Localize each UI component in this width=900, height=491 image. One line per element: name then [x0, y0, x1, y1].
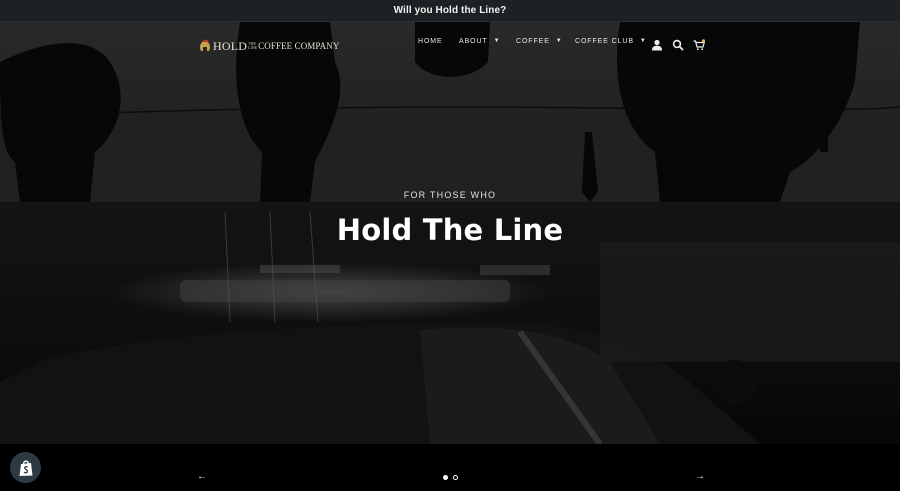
spartan-helmet-icon — [200, 39, 210, 51]
hero-kicker: FOR THOSE WHO — [403, 190, 497, 200]
cart-icon[interactable] — [693, 39, 705, 51]
slideshow-controls — [0, 444, 900, 491]
site-header: HOLD THE LINE COFFEE COMPANY HOME ABOUT … — [0, 22, 900, 68]
logo-company-text: COFFEE COMPANY — [258, 41, 340, 51]
previous-slide-arrow-icon[interactable]: ← — [197, 471, 207, 483]
nav-item-home[interactable]: HOME — [418, 38, 443, 45]
caret-down-icon: ▼ — [555, 38, 563, 44]
slide-dot-2[interactable] — [453, 475, 458, 480]
nav-coffee-club-label: COFFEE CLUB — [575, 37, 634, 45]
slide-dot-1[interactable] — [443, 475, 448, 480]
caret-down-icon: ▼ — [493, 38, 501, 44]
logo-the-line-text: THE LINE — [248, 41, 258, 50]
brand-logo[interactable]: HOLD THE LINE COFFEE COMPANY — [198, 38, 339, 54]
shopify-bag-icon — [19, 460, 32, 476]
next-slide-arrow-icon[interactable]: → — [695, 471, 705, 483]
search-icon[interactable] — [672, 39, 684, 51]
nav-item-about[interactable]: ABOUT ▼ — [459, 38, 500, 45]
nav-about-label: ABOUT — [459, 37, 488, 45]
nav-item-coffee[interactable]: COFFEE ▼ — [516, 38, 563, 45]
announcement-bar: Will you Hold the Line? — [0, 0, 900, 22]
nav-coffee-label: COFFEE — [516, 37, 550, 45]
caret-down-icon: ▼ — [639, 38, 647, 44]
announcement-text: Will you Hold the Line? — [393, 5, 507, 16]
nav-home-label: HOME — [418, 37, 443, 45]
nav-item-coffee-club[interactable]: COFFEE CLUB ▼ — [575, 38, 647, 45]
hero-headline: Hold The Line — [336, 213, 564, 247]
account-icon[interactable] — [651, 39, 663, 51]
logo-hold-text: HOLD — [213, 38, 248, 53]
shopify-chat-button[interactable] — [10, 452, 41, 483]
cart-count-dot — [701, 39, 705, 43]
